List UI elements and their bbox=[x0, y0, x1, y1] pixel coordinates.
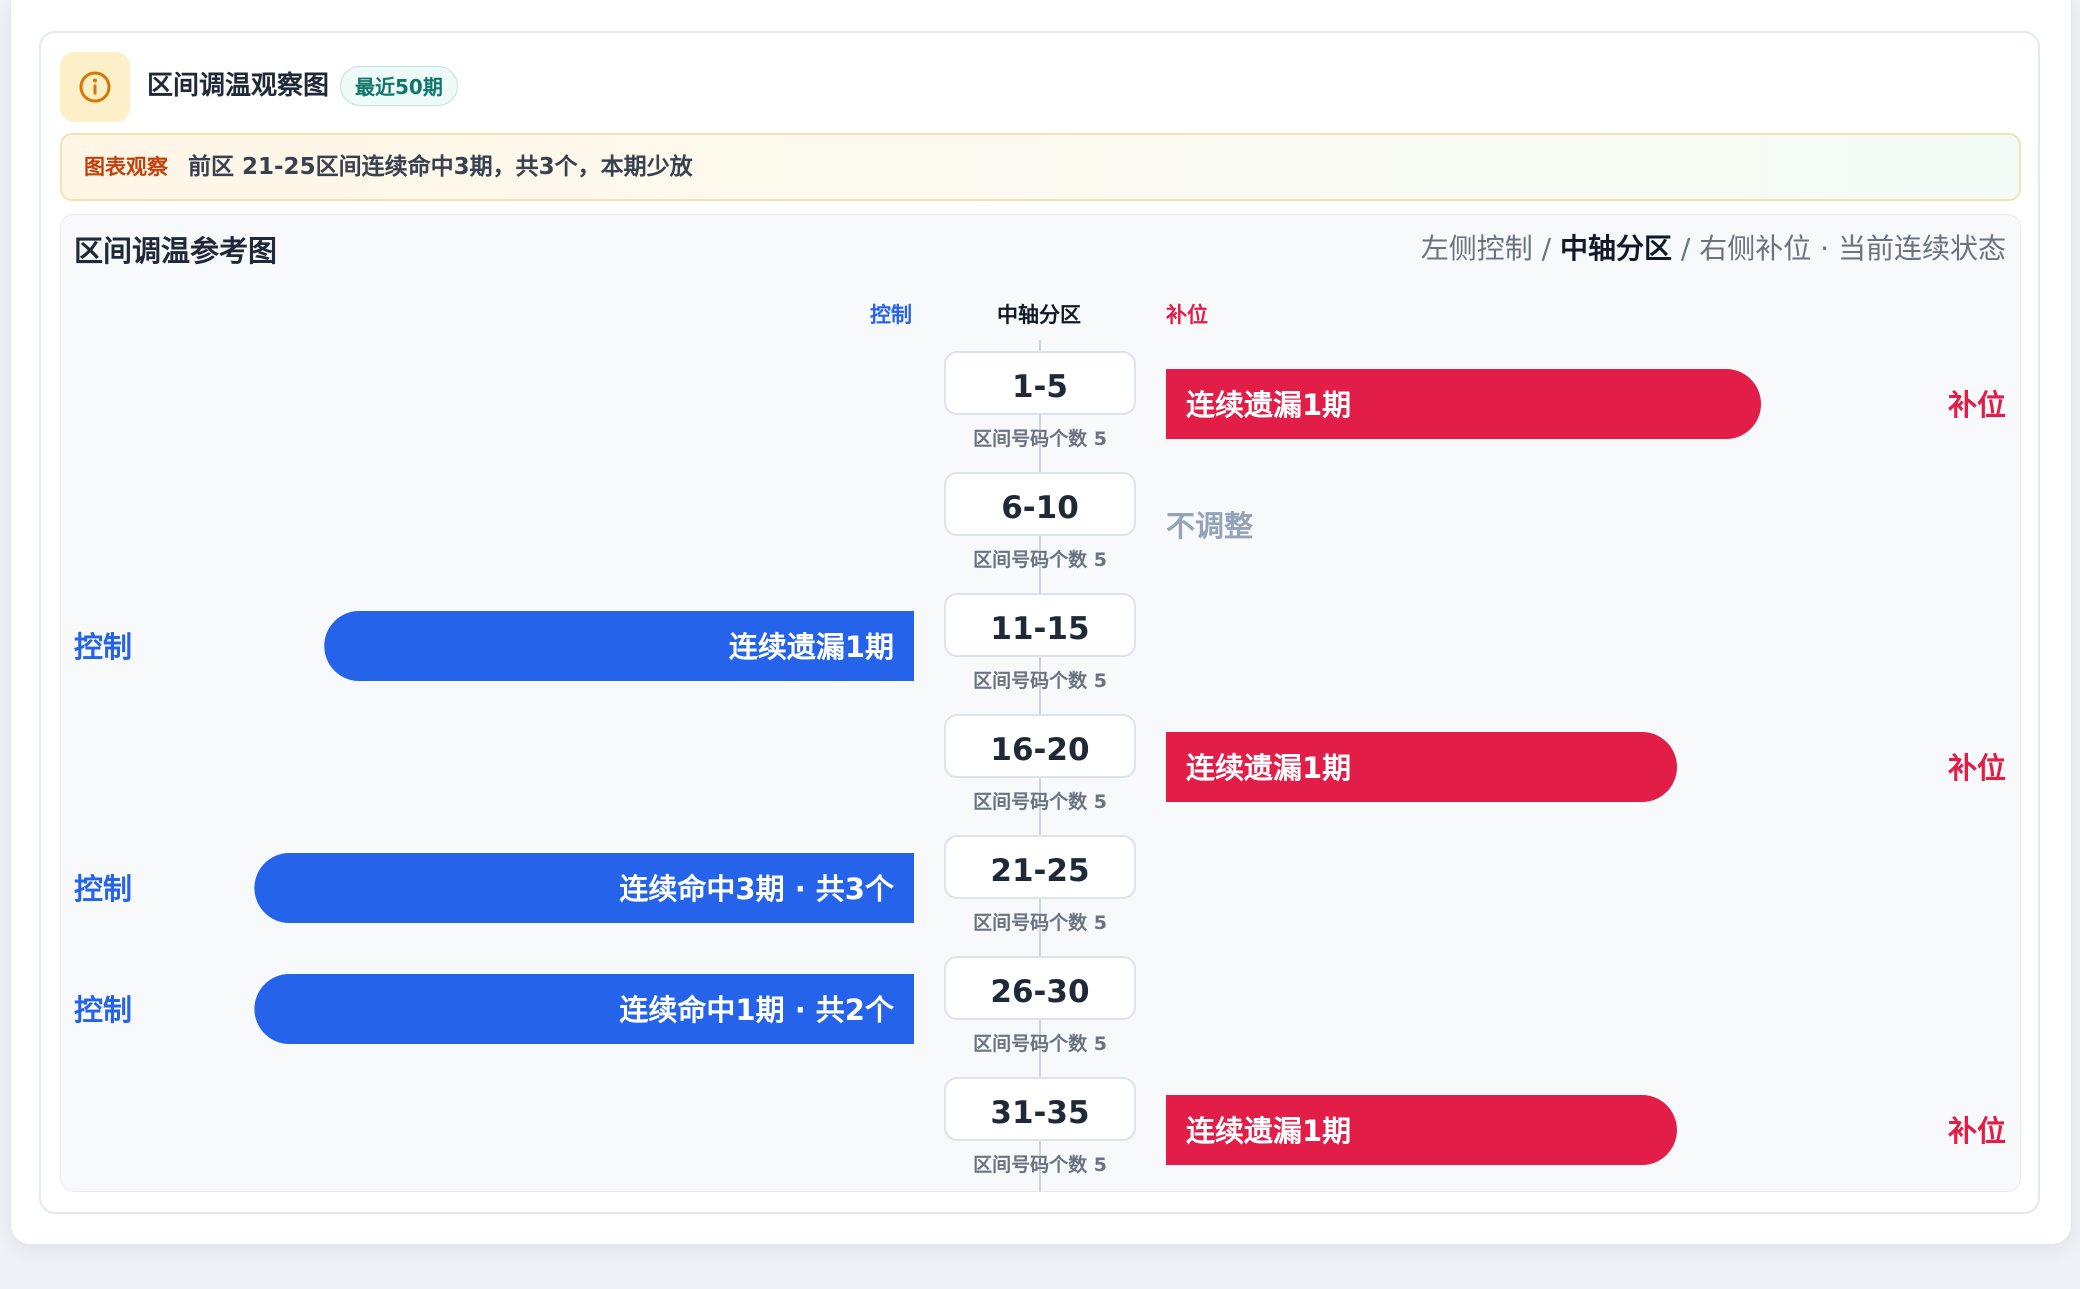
zone-sublabel: 区间号码个数 5 bbox=[973, 1032, 1107, 1055]
control-end-label: 控制 bbox=[74, 993, 132, 1027]
zone-label: 6-10 bbox=[1001, 490, 1079, 526]
zone-sublabel: 区间号码个数 5 bbox=[973, 790, 1107, 813]
zone-label: 26-30 bbox=[990, 974, 1089, 1010]
zone-sublabel: 区间号码个数 5 bbox=[973, 669, 1107, 692]
control-bar-label: 连续遗漏1期 bbox=[729, 630, 894, 664]
zone-sublabel: 区间号码个数 5 bbox=[973, 911, 1107, 934]
fill-bar-label: 连续遗漏1期 bbox=[1186, 388, 1351, 422]
control-end-label: 控制 bbox=[74, 630, 132, 664]
fill-bar-label: 连续遗漏1期 bbox=[1186, 751, 1351, 785]
zone-label: 31-35 bbox=[990, 1095, 1089, 1131]
fill-end-label: 补位 bbox=[1948, 751, 2006, 785]
fill-end-label: 补位 bbox=[1948, 1114, 2006, 1148]
zone-label: 16-20 bbox=[990, 732, 1089, 768]
neutral-label: 不调整 bbox=[1166, 509, 1253, 543]
control-bar-label: 连续命中3期 · 共3个 bbox=[619, 872, 895, 906]
control-end-label: 控制 bbox=[74, 872, 132, 906]
zone-label: 11-15 bbox=[990, 611, 1089, 647]
fill-end-label: 补位 bbox=[1948, 388, 2006, 422]
zone-sublabel: 区间号码个数 5 bbox=[973, 1153, 1107, 1176]
control-bar-label: 连续命中1期 · 共2个 bbox=[619, 993, 895, 1027]
zone-chart: 1-5区间号码个数 5连续遗漏1期 补位6-10区间号码个数 5不调整11-15区… bbox=[74, 340, 2006, 1192]
zone-sublabel: 区间号码个数 5 bbox=[973, 427, 1107, 450]
zone-label: 1-5 bbox=[1012, 369, 1068, 405]
zone-sublabel: 区间号码个数 5 bbox=[973, 548, 1107, 571]
fill-bar-label: 连续遗漏1期 bbox=[1186, 1114, 1351, 1148]
zone-label: 21-25 bbox=[990, 853, 1089, 889]
